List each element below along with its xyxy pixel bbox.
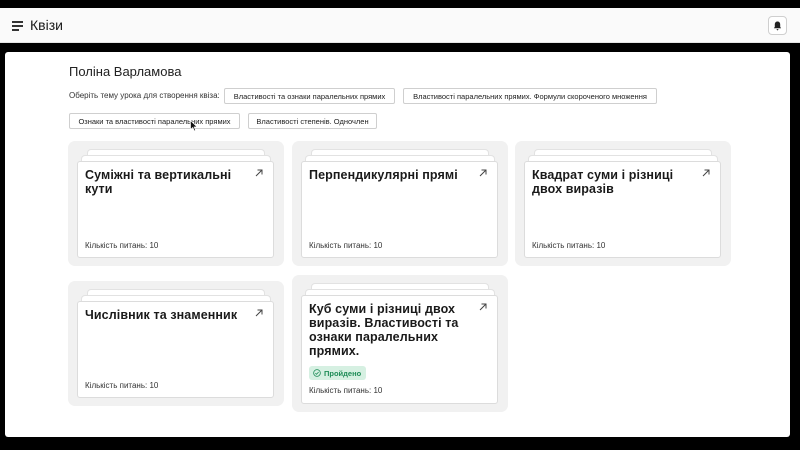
- quiz-question-count: Кількість питань: 10: [85, 241, 159, 250]
- status-badge-label: Пройдено: [324, 368, 362, 378]
- quiz-card: Квадрат суми і різниці двох виразів Кіль…: [515, 141, 731, 266]
- quiz-card: Куб суми і різниці двох виразів. Властив…: [292, 275, 508, 412]
- quiz-card-body[interactable]: Числівник та знаменник Кількість питань:…: [77, 301, 274, 398]
- quiz-title: Куб суми і різниці двох виразів. Властив…: [309, 302, 459, 358]
- topic-button[interactable]: Ознаки та властивості паралельних прямих: [69, 113, 240, 129]
- user-name: Поліна Варламова: [69, 64, 182, 79]
- status-badge: Пройдено: [309, 366, 367, 380]
- arrow-up-right-icon[interactable]: [255, 169, 263, 177]
- app-header: Квізи: [0, 8, 800, 43]
- arrow-up-right-icon[interactable]: [702, 169, 710, 177]
- quiz-title: Числівник та знаменник: [85, 308, 238, 322]
- quiz-question-count: Кількість питань: 10: [309, 386, 383, 395]
- quiz-title: Перпендикулярні прямі: [309, 168, 458, 182]
- quiz-card: Перпендикулярні прямі Кількість питань: …: [292, 141, 508, 266]
- quiz-card: Числівник та знаменник Кількість питань:…: [68, 281, 284, 406]
- quiz-card-body[interactable]: Суміжні та вертикальні кути Кількість пи…: [77, 161, 274, 258]
- main-content: Поліна Варламова Оберіть тему урока для …: [5, 52, 790, 437]
- quiz-card-body[interactable]: Квадрат суми і різниці двох виразів Кіль…: [524, 161, 721, 258]
- topic-button[interactable]: Властивості степенів. Одночлен: [248, 113, 377, 129]
- check-circle-icon: [313, 369, 321, 377]
- arrow-up-right-icon[interactable]: [255, 309, 263, 317]
- quiz-card-body[interactable]: Перпендикулярні прямі Кількість питань: …: [301, 161, 498, 258]
- topic-prompt: Оберіть тему урока для створення квіза:: [69, 91, 220, 100]
- mouse-cursor-icon: [190, 120, 198, 132]
- quiz-title: Суміжні та вертикальні кути: [85, 168, 232, 196]
- quiz-question-count: Кількість питань: 10: [309, 241, 383, 250]
- quiz-question-count: Кількість питань: 10: [532, 241, 606, 250]
- quiz-card-body[interactable]: Куб суми і різниці двох виразів. Властив…: [301, 295, 498, 404]
- notifications-button[interactable]: [768, 16, 787, 35]
- quiz-question-count: Кількість питань: 10: [85, 381, 159, 390]
- quiz-title: Квадрат суми і різниці двох виразів: [532, 168, 674, 196]
- topic-button[interactable]: Властивості та ознаки паралельних прямих: [224, 88, 395, 104]
- topic-button[interactable]: Властивості паралельних прямих. Формули …: [403, 88, 657, 104]
- arrow-up-right-icon[interactable]: [479, 169, 487, 177]
- app-title: Квізи: [30, 17, 63, 33]
- arrow-up-right-icon[interactable]: [479, 303, 487, 311]
- quiz-card: Суміжні та вертикальні кути Кількість пи…: [68, 141, 284, 266]
- bell-icon: [773, 21, 782, 30]
- menu-icon[interactable]: [12, 21, 23, 31]
